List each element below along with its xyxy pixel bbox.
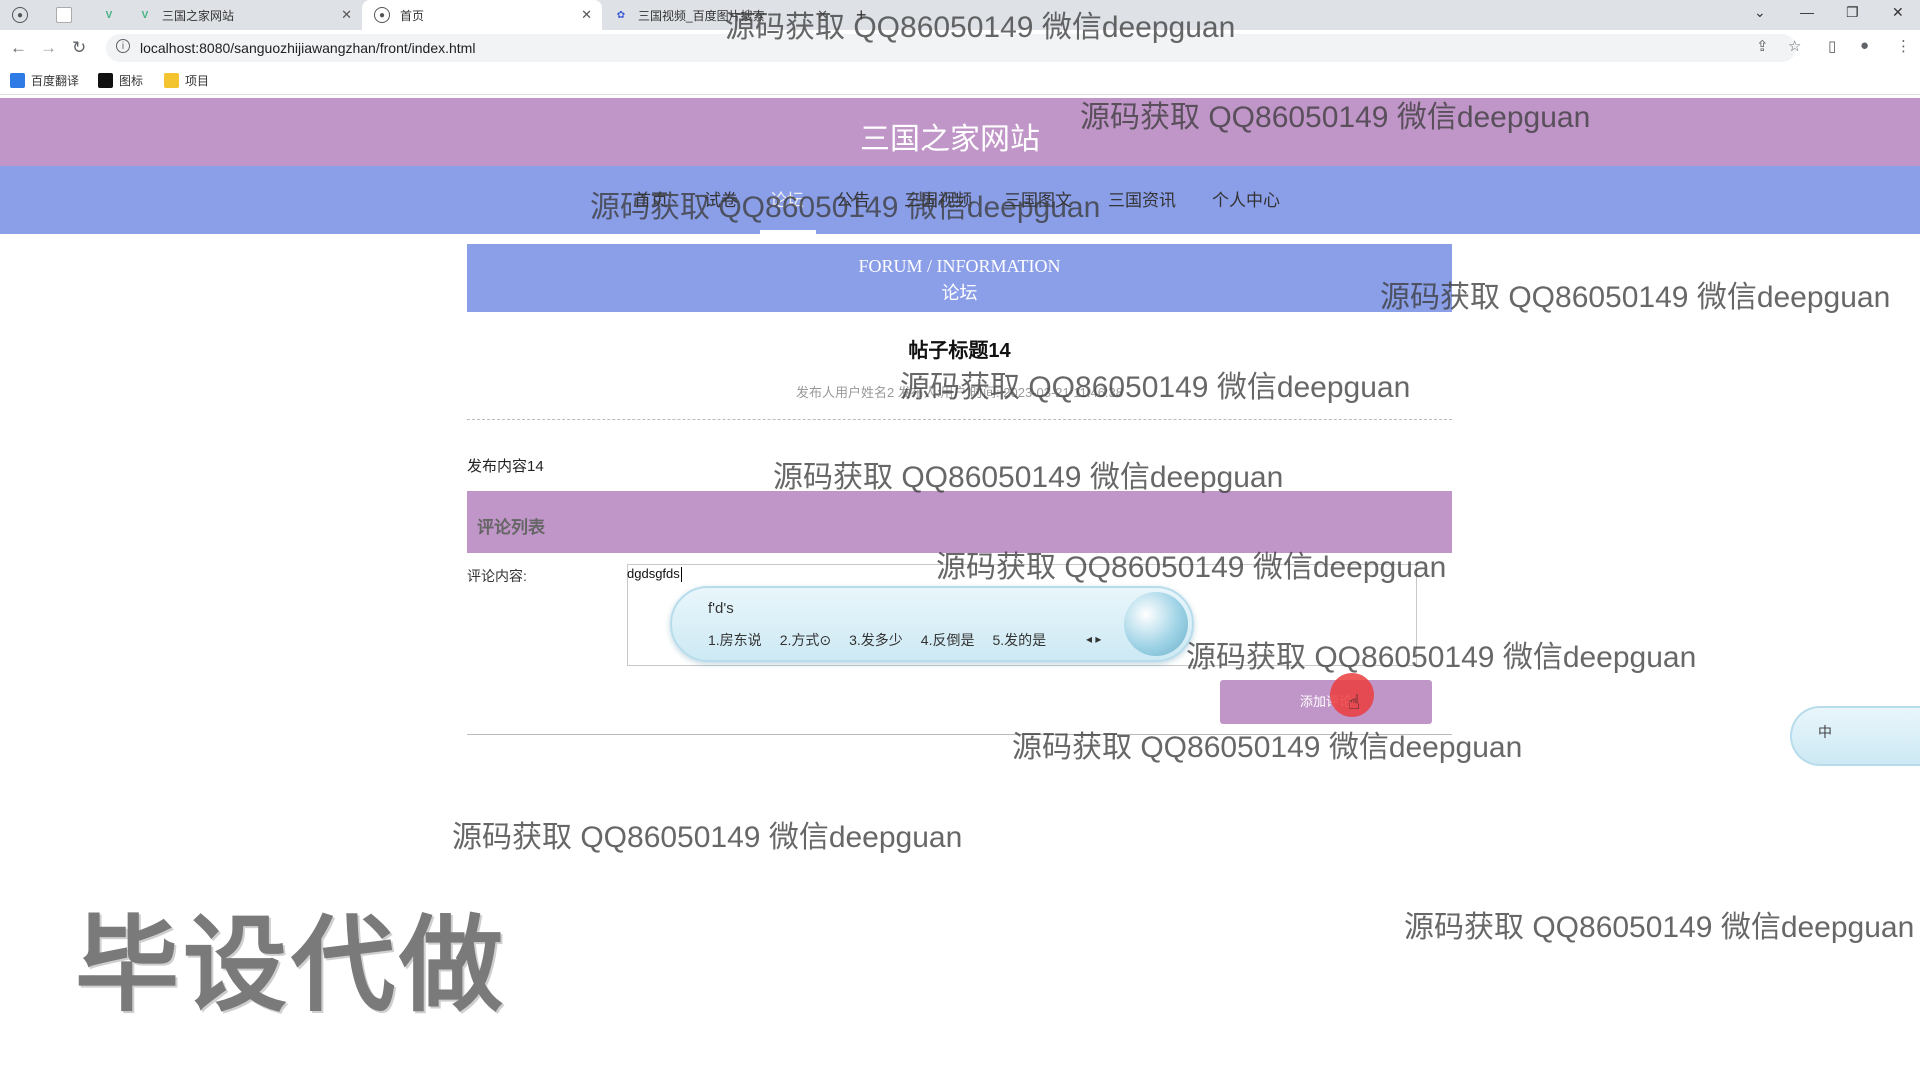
banner-title-cn: 论坛: [941, 283, 978, 303]
watermark: 源码获取 QQ86050149 微信deepguan: [773, 461, 1284, 494]
nav-profile[interactable]: 个人中心: [1212, 186, 1280, 211]
tab-pinned-2[interactable]: [44, 0, 94, 30]
profile-icon[interactable]: ●: [1860, 37, 1869, 54]
watermark: 源码获取 QQ86050149 微信deepguan: [1404, 911, 1915, 944]
tab-site[interactable]: V 三国之家网站 ✕: [126, 0, 362, 30]
watermark: 源码获取 QQ86050149 微信deepguan: [936, 551, 1447, 584]
chevron-down-icon[interactable]: ⌄: [1754, 4, 1766, 21]
watermark: 源码获取 QQ86050149 微信deepguan: [900, 371, 1411, 404]
divider: [467, 419, 1452, 420]
bookmark-label: 百度翻译: [31, 74, 80, 88]
watermark: 源码获取 QQ86050149 微信deepguan: [1186, 641, 1697, 674]
reload-icon[interactable]: ↻: [72, 38, 86, 58]
minimize-icon[interactable]: —: [1800, 4, 1814, 20]
banner-title-en: FORUM / INFORMATION: [858, 256, 1061, 276]
bookmarks-bar: 百度翻译 图标 项目: [0, 66, 1920, 95]
watermark: 源码获取 QQ86050149 微信deepguan: [1012, 731, 1523, 764]
ime-candidate[interactable]: 1.房东说: [708, 630, 762, 650]
globe-icon: ●: [374, 7, 390, 23]
post-content: 发布内容14: [467, 458, 544, 475]
close-icon[interactable]: ✕: [341, 7, 352, 23]
tab-title: 三国之家网站: [162, 8, 235, 23]
globe-icon: ●: [12, 7, 28, 23]
bookmark-label: 项目: [185, 74, 210, 88]
ime-candidate-window: f'd's 1.房东说 2.方式⊙ 3.发多少 4.反倒是 5.发的是 ◂ ▸: [670, 586, 1194, 662]
ime-candidates: 1.房东说 2.方式⊙ 3.发多少 4.反倒是 5.发的是: [708, 630, 1046, 650]
close-window-icon[interactable]: ✕: [1892, 4, 1904, 21]
comment-textarea-value: dgdsgfds: [627, 566, 682, 583]
nav-news[interactable]: 三国资讯: [1108, 186, 1176, 211]
restore-icon[interactable]: ❐: [1846, 4, 1859, 21]
tab-title: 首页: [400, 8, 425, 23]
vue-icon: V: [105, 9, 113, 21]
watermark: 源码获取 QQ86050149 微信deepguan: [1080, 101, 1591, 134]
watermark: 源码获取 QQ86050149 微信deepguan: [725, 11, 1236, 44]
watermark: 源码获取 QQ86050149 微信deepguan: [1380, 281, 1891, 314]
forward-icon[interactable]: →: [40, 38, 57, 58]
watermark: 源码获取 QQ86050149 微信deepguan: [452, 821, 963, 854]
comment-list-title: 评论列表: [477, 518, 545, 537]
post-title: 帖子标题14: [908, 340, 1011, 362]
bookmark-label: 图标: [119, 74, 144, 88]
section-banner: FORUM / INFORMATION 论坛: [467, 244, 1452, 312]
text-caret: [680, 567, 682, 583]
comment-field-label: 评论内容:: [467, 568, 527, 584]
ime-candidate[interactable]: 5.发的是: [992, 630, 1046, 650]
bookmark-folder-projects[interactable]: 项目: [164, 72, 209, 89]
add-comment-button[interactable]: 添加评论: [1220, 680, 1432, 724]
info-icon[interactable]: i: [116, 39, 130, 53]
url-text: localhost:8080/sanguozhijiawangzhan/fron…: [140, 40, 476, 56]
tab-pinned-1[interactable]: ●: [0, 0, 50, 30]
ime-bubble-icon: [1124, 592, 1188, 656]
ime-status-bar[interactable]: 中: [1790, 706, 1920, 766]
site-header: 三国之家网站: [0, 98, 1920, 166]
tab-pinned-3[interactable]: V: [90, 0, 130, 30]
watermark: 源码获取 QQ86050149 微信deepguan: [590, 191, 1101, 224]
ime-page-arrows-icon[interactable]: ◂ ▸: [1086, 632, 1101, 646]
ime-candidate[interactable]: 3.发多少: [849, 630, 903, 650]
hand-cursor-icon: ☝: [1348, 692, 1361, 714]
close-icon[interactable]: ✕: [581, 7, 592, 23]
baidu-paw-icon: ✿: [616, 9, 626, 21]
image-icon: [98, 73, 113, 88]
ime-candidate[interactable]: 4.反倒是: [921, 630, 975, 650]
side-panel-icon[interactable]: ▯: [1828, 37, 1836, 55]
promo-stamp: 毕设代做: [75, 908, 508, 1024]
site-title: 三国之家网站: [860, 123, 1040, 156]
star-icon[interactable]: ☆: [1788, 37, 1801, 55]
vue-icon: V: [141, 9, 149, 21]
blank-page-icon: [56, 7, 72, 23]
share-icon[interactable]: ⇪: [1756, 37, 1769, 55]
bookmark-baidu-fanyi[interactable]: 百度翻译: [10, 72, 79, 89]
ime-pinyin: f'd's: [708, 600, 734, 617]
translate-icon: [10, 73, 25, 88]
ime-mode-label: 中: [1818, 724, 1832, 740]
tab-home[interactable]: ● 首页 ✕: [362, 0, 602, 30]
bookmark-icons[interactable]: 图标: [98, 72, 143, 89]
back-icon[interactable]: ←: [10, 38, 27, 58]
menu-icon[interactable]: ⋮: [1896, 37, 1911, 55]
ime-candidate[interactable]: 2.方式⊙: [780, 630, 831, 650]
folder-icon: [164, 73, 179, 88]
active-nav-indicator: [760, 230, 816, 234]
